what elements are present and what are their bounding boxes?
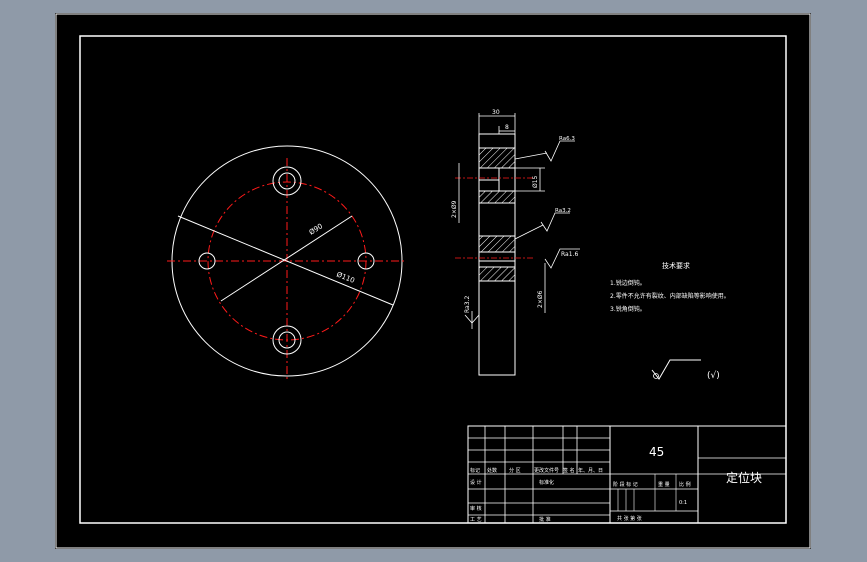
label-date: 年、月、日 — [578, 467, 603, 474]
scale-value: 0:1 — [679, 500, 687, 506]
label-count: 处数 — [487, 467, 497, 474]
tech-item-3: 3.锐角倒钝。 — [610, 305, 646, 313]
label-sheets: 共 张 第 张 — [617, 515, 642, 522]
dim-8-label: 8 — [505, 124, 509, 131]
label-scale: 比 例 — [679, 481, 691, 488]
hatch-top — [478, 147, 516, 169]
roughness-symbol: (√) — [651, 359, 720, 381]
label-stage-mark: 阶 段 标 记 — [613, 481, 638, 488]
ra-callout-mid: Ra3.2 — [514, 208, 571, 240]
material-label: 45 — [649, 445, 664, 459]
svg-text:Ra1.6: Ra1.6 — [561, 251, 578, 258]
tech-title: 技术要求 — [662, 261, 690, 270]
drawing-canvas: Ø90 Ø110 30 8 Ø15 2×Ø9 2×Ø6 Ra3.2 Ra6.3 … — [55, 13, 811, 549]
roughness-suffix: (√) — [707, 370, 720, 381]
front-view: Ø90 Ø110 — [167, 145, 407, 381]
ra-callout-low: Ra1.6 — [544, 248, 580, 269]
ra-callout-top: Ra6.3 — [514, 136, 575, 162]
label-mark: 标记 — [470, 467, 480, 474]
label-standardize: 标准化 — [539, 479, 554, 486]
label-process: 工 艺 — [470, 517, 482, 523]
counterbore — [498, 167, 516, 192]
hatch-bottom — [478, 266, 516, 282]
label-weight: 重 量 — [658, 481, 670, 488]
hatch-mid — [478, 190, 516, 204]
label-review: 审 核 — [470, 505, 482, 512]
label-signature: 签 名 — [563, 467, 575, 474]
svg-text:Ra3.2: Ra3.2 — [555, 208, 571, 214]
ra-left-label: Ra3.2 — [464, 296, 471, 313]
drawing-sheet: Ø90 Ø110 30 8 Ø15 2×Ø9 2×Ø6 Ra3.2 Ra6.3 … — [55, 13, 811, 549]
label-approve: 批 准 — [539, 516, 551, 523]
holes-left-label: 2×Ø9 — [451, 200, 458, 218]
holes-right-label: 2×Ø6 — [537, 290, 544, 308]
inner-frame — [79, 35, 787, 524]
diam-90-label: Ø90 — [308, 222, 324, 237]
label-change-doc: 更改文件号 — [534, 467, 559, 474]
dim-30-label: 30 — [492, 109, 500, 116]
svg-text:Ra6.3: Ra6.3 — [559, 136, 575, 142]
tech-item-1: 1.锐边倒钝。 — [610, 279, 646, 287]
tech-requirements: 技术要求 1.锐边倒钝。 2.零件不允许有裂纹、内部缺陷等影响使用。 3.锐角倒… — [610, 261, 730, 313]
title-block: 45 定位块 0:1 标记 处数 分 区 更改文件号 签 名 年、月、日 设 计… — [467, 425, 787, 524]
dim-15-label: Ø15 — [532, 175, 539, 188]
section-view: 30 8 Ø15 2×Ø9 2×Ø6 Ra3.2 Ra6.3 Ra3.2 Ra1… — [451, 109, 580, 376]
part-name: 定位块 — [726, 470, 762, 485]
hatch-lower — [478, 235, 516, 253]
outer-border — [55, 13, 811, 549]
label-zone: 分 区 — [509, 467, 521, 474]
tech-item-2: 2.零件不允许有裂纹、内部缺陷等影响使用。 — [610, 292, 730, 300]
label-design: 设 计 — [470, 479, 482, 486]
